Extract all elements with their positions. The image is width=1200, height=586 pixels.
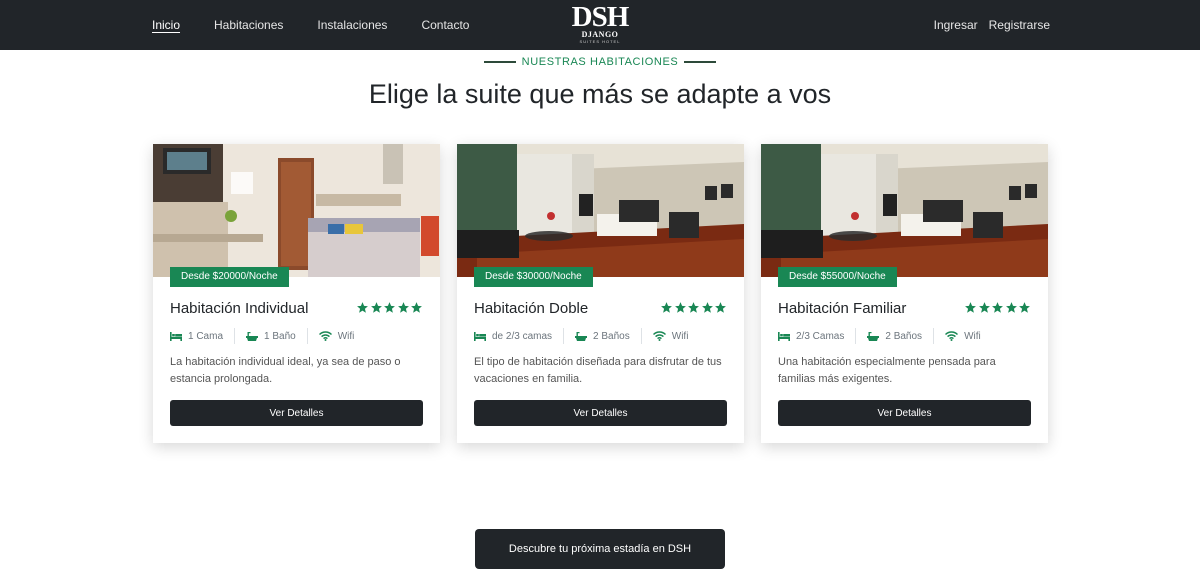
- room-description: Una habitación especialmente pensada par…: [778, 356, 996, 385]
- rating-stars: [356, 301, 424, 314]
- rating-stars: [964, 301, 1032, 314]
- room-photo-doble: [457, 144, 744, 277]
- baths-label: 2 Baños: [885, 330, 923, 342]
- bathtub-icon: [575, 331, 588, 341]
- nav-link-inicio[interactable]: Inicio: [152, 18, 180, 32]
- amenity-divider: [933, 328, 935, 344]
- star-icon: [370, 302, 382, 313]
- amenity-divider: [234, 328, 236, 344]
- amenity-divider: [855, 328, 857, 344]
- navbar: Inicio Habitaciones Instalaciones Contac…: [0, 0, 1200, 50]
- star-icon: [397, 302, 409, 313]
- star-icon: [992, 302, 1003, 313]
- bed-icon: [474, 332, 486, 341]
- star-icon: [1019, 302, 1030, 313]
- room-title: Habitación Individual: [170, 300, 309, 317]
- bed-icon: [778, 332, 790, 341]
- section-headline: Elige la suite que más se adapte a vos: [368, 79, 832, 109]
- star-icon: [674, 302, 686, 313]
- star-icon: [965, 302, 976, 313]
- star-icon: [357, 302, 368, 313]
- baths-label: 2 Baños: [593, 330, 630, 342]
- view-details-button[interactable]: Ver Detalles: [170, 400, 423, 426]
- room-card-doble: Desde $30000/Noche Habitación Doble de 2…: [457, 144, 744, 443]
- wifi-icon: [945, 331, 959, 341]
- nav-link-contacto[interactable]: Contacto: [421, 18, 469, 32]
- amenity-wifi: Wifi: [318, 330, 355, 342]
- star-icon: [701, 302, 713, 313]
- room-description: La habitación individual ideal, ya sea d…: [170, 356, 401, 385]
- star-icon: [1005, 302, 1017, 313]
- amenities: 1 Cama 1 Baño Wifi: [170, 328, 354, 344]
- nav-right-links: Ingresar Registrarse: [923, 0, 1050, 50]
- beds-label: de 2/3 camas: [492, 330, 553, 342]
- discover-stay-button[interactable]: Descubre tu próxima estadía en DSH: [475, 529, 725, 569]
- bed-icon: [170, 332, 182, 341]
- price-badge: Desde $30000/Noche: [474, 267, 593, 287]
- amenity-divider: [563, 328, 565, 344]
- eyebrow-line-left: [483, 61, 516, 63]
- view-details-button[interactable]: Ver Detalles: [474, 400, 727, 426]
- star-icon: [661, 302, 672, 313]
- room-title: Habitación Familiar: [778, 300, 907, 317]
- amenity-wifi: Wifi: [945, 331, 981, 342]
- beds-label: 1 Cama: [188, 330, 224, 342]
- wifi-label: Wifi: [337, 330, 355, 342]
- star-icon: [715, 302, 726, 313]
- amenity-wifi: Wifi: [652, 330, 689, 342]
- section-eyebrow: NUESTRAS HABITACIONES: [0, 56, 1200, 68]
- star-icon: [411, 302, 422, 313]
- star-icon: [978, 302, 990, 313]
- price-badge: Desde $20000/Noche: [170, 267, 289, 287]
- eyebrow-line-right: [684, 61, 717, 63]
- wifi-label: Wifi: [964, 330, 981, 342]
- login-link[interactable]: Ingresar: [934, 18, 978, 32]
- room-card-individual: Desde $20000/Noche Habitación Individual…: [153, 144, 440, 443]
- wifi-icon: [318, 331, 332, 341]
- room-photo-individual: [153, 144, 440, 277]
- amenity-baths: 2 Baños: [575, 331, 630, 342]
- nav-link-habitaciones[interactable]: Habitaciones: [214, 18, 283, 32]
- room-title: Habitación Doble: [474, 300, 589, 317]
- amenity-beds: 1 Cama: [170, 331, 223, 342]
- nav-left-links: Inicio Habitaciones Instalaciones Contac…: [152, 0, 503, 50]
- amenity-baths: 1 Baño: [246, 331, 296, 342]
- price-badge: Desde $55000/Noche: [778, 267, 897, 287]
- beds-label: 2/3 Camas: [796, 330, 845, 342]
- bathtub-icon: [867, 331, 880, 341]
- amenities: de 2/3 camas 2 Baños Wifi: [474, 328, 688, 344]
- amenity-baths: 2 Baños: [867, 331, 922, 342]
- amenities: 2/3 Camas 2 Baños Wifi: [778, 328, 981, 344]
- bathtub-icon: [246, 331, 259, 341]
- eyebrow-text: NUESTRAS HABITACIONES: [521, 56, 679, 68]
- amenity-divider: [640, 328, 642, 344]
- logo-main: DSH: [571, 1, 630, 33]
- logo-tag: SUITES HOTEL: [579, 39, 621, 44]
- amenity-beds: 2/3 Camas: [778, 331, 844, 342]
- wifi-icon: [652, 331, 666, 341]
- amenity-divider: [306, 328, 308, 344]
- star-icon: [688, 302, 699, 313]
- amenity-beds: de 2/3 camas: [474, 331, 552, 342]
- view-details-button[interactable]: Ver Detalles: [778, 400, 1031, 426]
- room-photo-familiar: [761, 144, 1048, 277]
- star-icon: [384, 302, 395, 313]
- room-card-familiar: Desde $55000/Noche Habitación Familiar 2…: [761, 144, 1048, 443]
- baths-label: 1 Baño: [264, 330, 296, 342]
- room-description: El tipo de habitación diseñada para disf…: [474, 356, 722, 385]
- rating-stars: [660, 301, 728, 314]
- nav-link-instalaciones[interactable]: Instalaciones: [317, 18, 387, 32]
- register-link[interactable]: Registrarse: [989, 18, 1050, 32]
- brand-logo[interactable]: DSH DJANGO SUITES HOTEL: [560, 3, 640, 47]
- wifi-label: Wifi: [671, 330, 689, 342]
